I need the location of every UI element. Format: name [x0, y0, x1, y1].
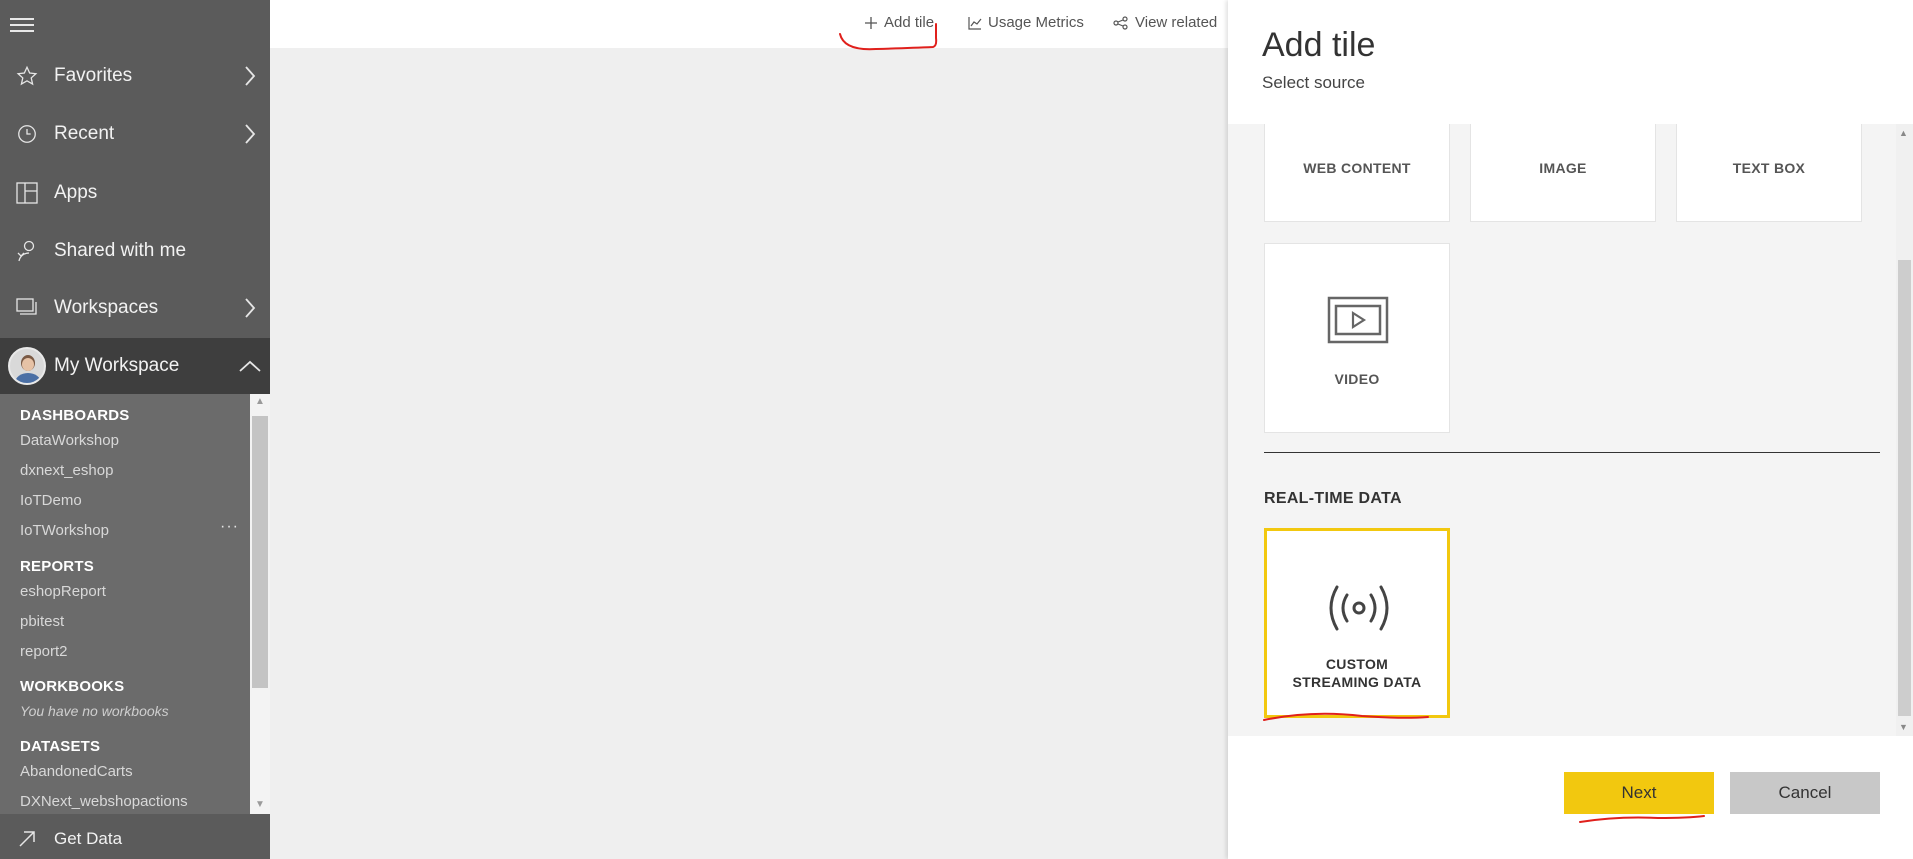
sidebar-item-label: Shared with me — [54, 240, 187, 261]
sidebar-item-favorites[interactable]: Favorites — [0, 48, 270, 104]
scrollbar-thumb[interactable] — [1898, 260, 1911, 716]
video-icon — [1327, 296, 1389, 344]
usage-metrics-button[interactable]: Usage Metrics — [968, 14, 1084, 31]
tile-label-line2: STREAMING DATA — [1292, 674, 1422, 690]
add-tile-label: Add tile — [884, 14, 935, 31]
chevron-up-icon[interactable] — [230, 359, 270, 373]
panel-title: Add tile — [1262, 26, 1376, 64]
dashboard-item[interactable]: DataWorkshop — [20, 432, 119, 449]
avatar — [8, 347, 46, 385]
hamburger-menu-icon[interactable] — [10, 14, 34, 34]
scroll-up-icon[interactable]: ▲ — [255, 396, 265, 407]
text-box-icon — [1749, 124, 1789, 125]
workspaces-icon — [0, 297, 54, 319]
cancel-button[interactable]: Cancel — [1730, 772, 1880, 814]
dataset-item[interactable]: DXNext_webshopactions — [20, 793, 188, 810]
scrollbar-thumb[interactable] — [252, 416, 268, 688]
tile-text-box[interactable]: TEXT BOX — [1676, 124, 1862, 222]
section-reports: REPORTS — [20, 558, 94, 575]
view-related-button[interactable]: View related — [1113, 14, 1217, 31]
web-content-icon — [1327, 124, 1389, 125]
get-data-label: Get Data — [54, 828, 123, 848]
dashboard-item[interactable]: IoTDemo — [20, 492, 82, 509]
section-workbooks: WORKBOOKS — [20, 678, 125, 695]
plus-icon — [865, 16, 877, 29]
dashboard-item[interactable]: IoTWorkshop — [20, 522, 109, 539]
sidebar-item-apps[interactable]: Apps — [0, 165, 270, 221]
sidebar-item-label: Apps — [54, 182, 98, 203]
arrow-up-right-icon — [0, 829, 54, 849]
tile-label: TEXT BOX — [1732, 160, 1806, 176]
add-tile-panel: Add tile Select source WEB CONTENT IMAGE… — [1228, 0, 1913, 859]
section-dashboards: DASHBOARDS — [20, 407, 130, 424]
broadcast-icon — [1329, 585, 1389, 631]
line-chart-icon — [968, 16, 982, 30]
dashboard-item[interactable]: dxnext_eshop — [20, 462, 113, 479]
section-divider — [1264, 452, 1880, 453]
sidebar-item-label: Favorites — [54, 65, 133, 86]
avatar-wrapper — [0, 347, 54, 385]
image-icon — [1533, 124, 1595, 125]
clock-icon — [0, 123, 54, 145]
usage-metrics-label: Usage Metrics — [988, 14, 1084, 31]
tile-label: VIDEO — [1334, 371, 1380, 387]
report-item[interactable]: eshopReport — [20, 583, 106, 600]
tile-image[interactable]: IMAGE — [1470, 124, 1656, 222]
sidebar-item-recent[interactable]: Recent — [0, 106, 270, 162]
section-datasets: DATASETS — [20, 738, 101, 755]
person-icon — [0, 239, 54, 263]
get-data-button[interactable]: Get Data — [0, 818, 270, 859]
panel-subtitle: Select source — [1262, 73, 1365, 92]
workspace-scrollbar[interactable]: ▲ ▼ — [250, 394, 270, 814]
apps-icon — [0, 181, 54, 205]
tile-label: WEB CONTENT — [1303, 160, 1411, 176]
sidebar-item-shared-with-me[interactable]: Shared with me — [0, 223, 270, 279]
annotation-underline — [1579, 815, 1705, 823]
workbooks-empty-message: You have no workbooks — [20, 703, 169, 719]
tile-video[interactable]: VIDEO — [1264, 243, 1450, 433]
sidebar-item-label: Recent — [54, 123, 115, 144]
scroll-down-icon[interactable]: ▼ — [255, 799, 265, 810]
tile-web-content[interactable]: WEB CONTENT — [1264, 124, 1450, 222]
chevron-right-icon[interactable] — [230, 297, 270, 319]
view-related-label: View related — [1135, 14, 1218, 31]
tile-source-list: WEB CONTENT IMAGE TEXT BOX VIDEO REAL-TI… — [1228, 124, 1896, 736]
chevron-right-icon[interactable] — [230, 65, 270, 87]
share-nodes-icon — [1113, 15, 1128, 30]
chevron-right-icon[interactable] — [230, 123, 270, 145]
realtime-section-title: REAL-TIME DATA — [1264, 490, 1402, 507]
panel-scrollbar[interactable]: ▲ ▼ — [1896, 124, 1913, 736]
sidebar-item-label: Workspaces — [54, 297, 159, 318]
scroll-up-icon[interactable]: ▲ — [1899, 128, 1908, 138]
more-options-icon[interactable]: ··· — [220, 518, 239, 536]
tile-label: IMAGE — [1539, 160, 1587, 176]
tile-label-line1: CUSTOM — [1325, 656, 1389, 672]
report-item[interactable]: report2 — [20, 643, 68, 660]
tile-custom-streaming-data[interactable]: CUSTOM STREAMING DATA — [1264, 528, 1450, 718]
add-tile-button[interactable]: Add tile — [864, 14, 934, 31]
sidebar-item-workspaces[interactable]: Workspaces — [0, 280, 270, 336]
report-item[interactable]: pbitest — [20, 613, 64, 630]
dataset-item[interactable]: AbandonedCarts — [20, 763, 133, 780]
workspace-content-list: DASHBOARDS DataWorkshop dxnext_eshop IoT… — [0, 394, 250, 814]
star-icon — [0, 65, 54, 87]
next-button[interactable]: Next — [1564, 772, 1714, 814]
sidebar-item-my-workspace[interactable]: My Workspace — [0, 338, 270, 394]
dashboard-toolbar: Add tile Usage Metrics View related — [270, 0, 1228, 51]
scroll-down-icon[interactable]: ▼ — [1899, 722, 1908, 732]
sidebar-item-label: My Workspace — [54, 355, 180, 376]
